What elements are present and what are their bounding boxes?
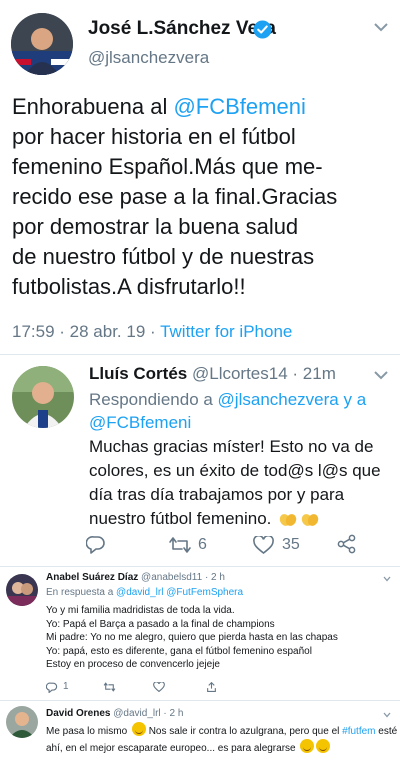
tweet-text-line: futbolistas.A disfrutarlo!!	[12, 274, 246, 299]
author-avatar[interactable]	[11, 13, 73, 75]
tweet-meta: 17:59 · 28 abr. 19 · Twitter for iPhone	[12, 322, 292, 342]
chevron-down-icon[interactable]	[383, 576, 391, 582]
grinning-face-emoji-icon	[131, 722, 146, 736]
reply-icon[interactable]	[46, 682, 58, 693]
chevron-down-icon[interactable]	[383, 712, 391, 718]
comment-text-line: Yo: papá, esto es diferente, gana el fút…	[46, 645, 312, 657]
comment-author-handle-time[interactable]: @david_lrl · 2 h	[113, 708, 183, 719]
comment-text-line: Estoy en proceso de convencerlo jejeje	[46, 659, 220, 670]
replying-to-mention[interactable]: @jlsanchezvera y a	[218, 390, 367, 409]
divider	[0, 700, 400, 701]
tweet-text: Enhorabuena al @FCBfemeni por hacer hist…	[12, 92, 396, 302]
author-name[interactable]: José L.Sánchez Vera	[88, 18, 276, 40]
replying-to-prefix: Respondiendo a	[89, 390, 218, 409]
tweet-text-line: femenino Español.Más que me-	[12, 154, 323, 179]
comment-reply-to-mentions[interactable]: @david_lrl @FutFemSphera	[116, 587, 243, 598]
reply-text-line: colores, es un éxito de tod@s l@s que	[89, 461, 381, 480]
tweet-text-line: Enhorabuena al @FCBfemeni	[12, 92, 396, 122]
tweet-text-line: de nuestro fútbol y de nuestras	[12, 244, 315, 269]
retweet-icon[interactable]	[103, 682, 116, 692]
grinning-face-emoji-icon	[316, 739, 331, 753]
comment-text-line: Yo y mi familia madridistas de toda la v…	[46, 605, 235, 616]
reply-text-line: nuestro fútbol femenino.	[89, 507, 389, 531]
comment-reply-to-prefix: En respuesta a	[46, 587, 117, 598]
reply-text: Muchas gracias míster! Esto no va de col…	[89, 435, 389, 531]
comment-author-handle-time[interactable]: @anabelsd11 · 2 h	[141, 572, 225, 583]
retweet-count: 6	[198, 536, 207, 553]
comment-text-line: ahí, en el mejor escaparate europeo... e…	[46, 739, 398, 756]
replying-to-mention[interactable]: @FCBfemeni	[89, 411, 366, 434]
retweet-icon[interactable]	[168, 536, 192, 554]
comment-author-row: Anabel Suárez Díaz @anabelsd11 · 2 h	[46, 572, 225, 583]
verified-badge-icon	[253, 20, 272, 39]
comment-text-line: Mi padre: Yo no me alegro, quiero que pi…	[46, 632, 338, 643]
share-icon[interactable]	[337, 534, 357, 554]
like-count: 35	[282, 536, 300, 553]
comment-author-name[interactable]: David Orenes	[46, 708, 110, 719]
comment-text-segment: ahí, en el mejor escaparate europeo... e…	[46, 743, 299, 754]
tweet-text-line: por hacer historia en el fútbol	[12, 124, 296, 149]
clapping-hands-emoji-icon	[300, 510, 320, 526]
divider	[0, 566, 400, 567]
replying-to-line: Respondiendo a @jlsanchezvera y a	[89, 388, 366, 411]
like-heart-icon[interactable]	[253, 536, 274, 554]
comment-text: Yo y mi familia madridistas de toda la v…	[46, 604, 396, 672]
comment-text-line: Yo: Papá el Barça a pasado a la final de…	[46, 618, 275, 630]
share-icon[interactable]	[206, 681, 217, 693]
grinning-face-emoji-icon	[300, 739, 315, 753]
chevron-down-icon[interactable]	[374, 22, 388, 32]
comment-reply-to: En respuesta a @david_lrl @FutFemSphera	[46, 587, 243, 598]
comment-author-name[interactable]: Anabel Suárez Díaz	[46, 572, 138, 583]
tweet-text-segment: Enhorabuena al	[12, 94, 174, 119]
replying-to: Respondiendo a @jlsanchezvera y a @FCBfe…	[89, 388, 366, 434]
clapping-hands-emoji-icon	[278, 510, 298, 526]
chevron-down-icon[interactable]	[374, 370, 388, 380]
hashtag-link[interactable]: #futfem	[342, 726, 375, 737]
comment-text-segment: Me pasa lo mismo	[46, 726, 130, 737]
divider	[0, 354, 400, 355]
comment-text-line: Me pasa lo mismo Nos sale ir contra lo a…	[46, 722, 398, 739]
reply-text-line: Muchas gracias míster! Esto no va de	[89, 437, 374, 456]
comment-author-row: David Orenes @david_lrl · 2 h	[46, 708, 183, 719]
tweet-timestamp: 17:59 · 28 abr. 19 ·	[12, 322, 161, 341]
tweet-text-line: por demostrar la buena salud	[12, 214, 299, 239]
reply-icon[interactable]	[86, 535, 106, 554]
comment-author-avatar[interactable]	[6, 574, 38, 606]
comment-text: Me pasa lo mismo Nos sale ir contra lo a…	[46, 722, 398, 756]
like-heart-icon[interactable]	[153, 682, 165, 692]
reply-author-row: Lluís Cortés @Llcortes14 · 21m	[89, 364, 336, 384]
reply-author-name[interactable]: Lluís Cortés	[89, 364, 187, 383]
tweet-source-link[interactable]: Twitter for iPhone	[160, 322, 292, 341]
comment-reply-count: 1	[63, 681, 69, 692]
reply-text-segment: nuestro fútbol femenino.	[89, 509, 272, 528]
reply-author-handle-time[interactable]: @Llcortes14 · 21m	[192, 364, 336, 383]
reply-text-line: día tras día trabajamos por y para	[89, 485, 345, 504]
mention-link[interactable]: @FCBfemeni	[173, 94, 305, 119]
tweet-text-line: recido ese pase a la final.Gracias	[12, 184, 338, 209]
comment-author-avatar[interactable]	[6, 706, 38, 738]
comment-text-segment: Nos sale ir contra lo azulgrana, pero qu…	[145, 726, 343, 737]
comment-text-segment: esté	[375, 726, 398, 737]
reply-author-avatar[interactable]	[12, 366, 74, 428]
author-handle[interactable]: @jlsanchezvera	[88, 48, 209, 68]
